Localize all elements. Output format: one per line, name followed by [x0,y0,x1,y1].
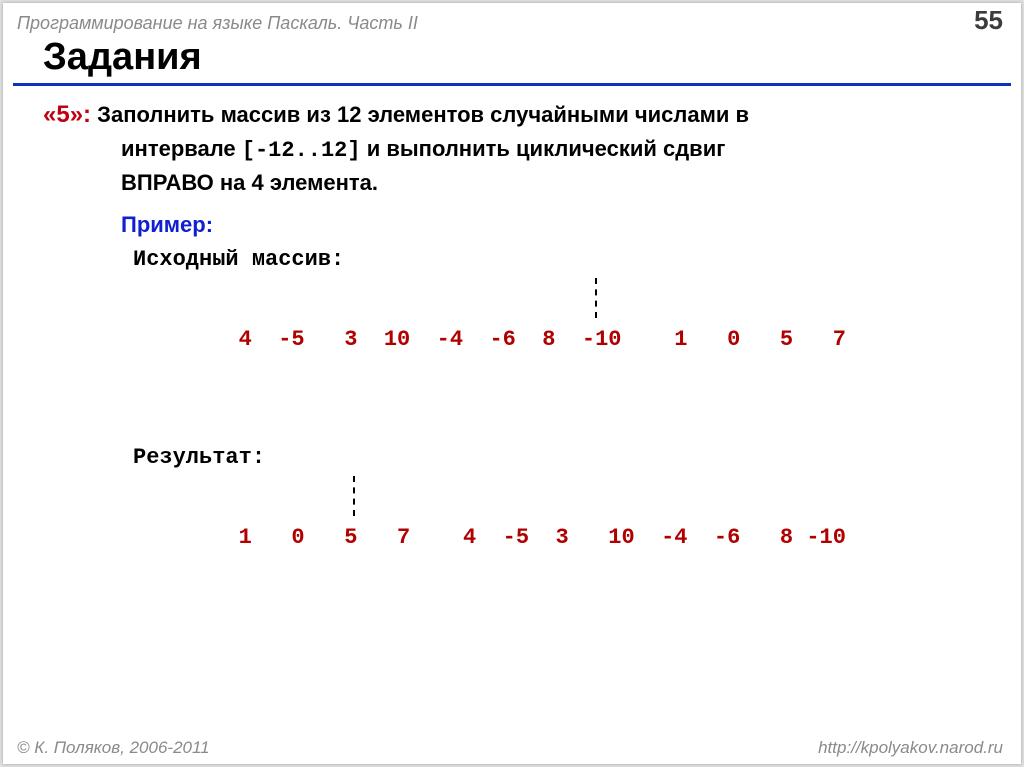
task-first-line: «5»: Заполнить массив из 12 элементов сл… [43,98,981,133]
footer-copyright: © К. Поляков, 2006-2011 [17,738,210,758]
divider-icon [353,476,355,516]
source-values: 4 -5 3 10 -4 -6 8 -10 1 0 5 7 [239,327,846,352]
result-data: 1 0 5 7 4 -5 3 10 -4 -6 8 -10 [133,478,981,636]
example-block: Исходный массив: 4 -5 3 10 -4 -6 8 -10 1… [133,240,981,636]
task-text-1: Заполнить массив из 12 элементов случайн… [97,102,749,127]
task-line-3: ВПРАВО на 4 элемента. [121,167,981,199]
result-values: 1 0 5 7 4 -5 3 10 -4 -6 8 -10 [239,525,846,550]
footer: © К. Поляков, 2006-2011 http://kpolyakov… [17,738,1003,758]
task-line-2: интервале [-12..12] и выполнить цикличес… [121,133,981,167]
page-number: 55 [974,5,1003,36]
footer-url: http://kpolyakov.narod.ru [818,738,1003,758]
example-label: Пример: [121,209,981,241]
divider-icon [595,278,597,318]
source-label: Исходный массив: [133,240,981,280]
course-title: Программирование на языке Паскаль. Часть… [17,13,418,34]
task-text-2b: и выполнить циклический сдвиг [361,136,726,161]
slide-title: Задания [13,36,1011,86]
source-data: 4 -5 3 10 -4 -6 8 -10 1 0 5 7 [133,280,981,438]
task-mark: «5»: [43,101,91,128]
slide: Программирование на языке Паскаль. Часть… [3,3,1021,764]
result-label-text: Результат: [133,445,265,470]
content-area: «5»: Заполнить массив из 12 элементов сл… [3,94,1021,636]
task-interval: [-12..12] [242,138,361,163]
task-text-2a: интервале [121,136,242,161]
result-label: Результат: [133,438,981,478]
top-bar: Программирование на языке Паскаль. Часть… [3,3,1021,36]
